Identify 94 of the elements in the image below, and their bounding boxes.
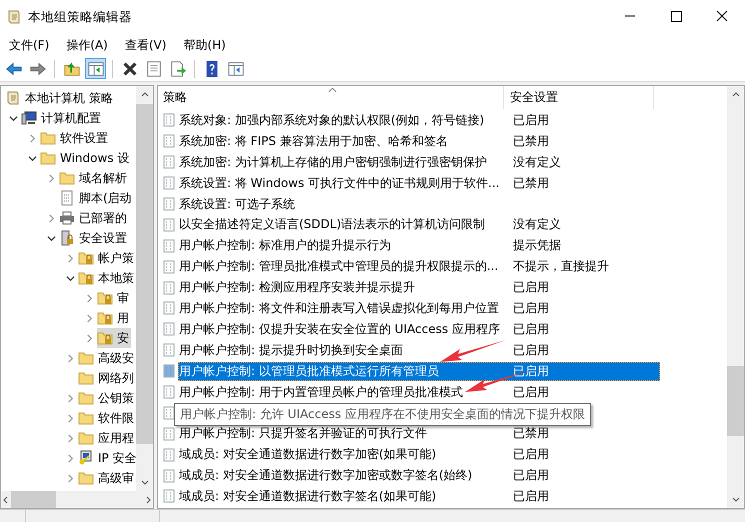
tree-item[interactable]: 计算机配置 [21,108,103,128]
locked-server-icon [59,230,75,246]
policy-icon [162,343,176,358]
policy-icon [162,218,176,232]
list-row[interactable]: 域成员: 对安全通道数据进行数字加密(如果可能) 已启用 [178,445,660,464]
tree-item[interactable]: 脚本(启动 [59,188,134,208]
list-row[interactable]: 用户帐户控制: 将文件和注册表写入错误虚拟化到每用户位置 已启用 [178,298,660,318]
policy-icon [162,322,176,336]
scroll-thumb[interactable] [136,104,153,444]
tree-item[interactable]: 域名解析 [59,168,129,188]
list-row[interactable]: 用户帐户控制: 只提升签名并验证的可执行文件 已禁用 [178,424,660,444]
menu-item[interactable]: 文件(F) [4,36,58,54]
tooltip: 用户帐户控制: 允许 UIAccess 应用程序在不使用安全桌面的情况下提升权限 [174,403,591,426]
folder-icon [78,390,94,406]
scroll-thumb[interactable] [727,366,744,436]
tree-item[interactable]: 高级审 [78,468,136,488]
locked-folder-icon [97,310,113,326]
locked-folder-icon [97,290,113,306]
list-row[interactable]: 以安全描述符定义语言(SDDL)语法表示的计算机访问限制 没有定义 [178,215,660,234]
folder-icon [78,470,94,486]
locked-folder-icon [78,250,94,266]
folder-icon [78,350,94,366]
folder-icon [59,170,75,186]
folder-icon [40,130,56,146]
list-row[interactable]: 系统设置: 可选子系统 [178,194,660,214]
list-row[interactable]: 用户帐户控制: 仅提升安装在安全位置的 UIAccess 应用程序 已启用 [178,320,660,339]
list-row[interactable]: 用户帐户控制: 用于内置管理员帐户的管理员批准模式 已启用 [178,382,660,402]
menu-item[interactable]: 查看(V) [120,36,174,54]
tree-item[interactable]: 安全设置 [59,228,129,248]
tree-item[interactable]: 已部署的 [59,208,129,228]
menu-item[interactable]: 帮助(H) [178,36,234,54]
scrollbar[interactable] [136,86,153,491]
policy-icon [162,426,176,441]
list-row[interactable]: 系统设置: 将 Windows 可执行文件中的证书规则用于软件... 已禁用 [178,174,660,193]
document-icon [59,190,75,206]
column-header[interactable]: 安全设置 [504,86,654,109]
policy-icon [162,301,176,316]
tree-item[interactable]: 应用程 [78,428,136,448]
list-row[interactable]: 系统加密: 将 FIPS 兼容算法用于加密、哈希和签名 已禁用 [178,132,660,151]
panel-icon[interactable] [85,58,106,79]
tree-item[interactable]: 安 [97,328,131,348]
tree-item[interactable]: Windows 设 [40,148,132,168]
list-row[interactable]: 用户帐户控制: 提示提升时切换到安全桌面 已启用 [178,340,660,360]
app-icon [6,9,22,25]
policy-icon [162,385,176,400]
list-row[interactable]: 域成员: 对安全通道数据进行数字加密或数字签名(始终) 已启用 [178,466,660,486]
list-row[interactable]: 域成员: 对安全通道数据进行数字签名(如果可能) 已启用 [178,486,660,506]
folder-icon [78,430,94,446]
window-title: 本地组策略编辑器 [28,8,132,26]
locked-folder-icon [97,330,113,346]
tree-item[interactable]: 本地计算机 策略 [5,88,115,108]
list-row[interactable]: 系统加密: 为计算机上存储的用户密钥强制进行强密钥保护 没有定义 [178,152,660,172]
tree-item[interactable]: 公钥策 [78,388,136,408]
list-row[interactable]: 用户帐户控制: 管理员批准模式中管理员的提升权限提示的... 不提示，直接提升 [178,257,660,276]
policy-icon [162,176,176,190]
tree-item[interactable]: 软件设置 [40,128,110,148]
scrollbar[interactable] [727,86,744,508]
policy-icon [162,238,176,253]
folder-icon [78,370,94,386]
policy-icon [162,197,176,211]
menu-item[interactable]: 操作(A) [61,36,116,54]
key-monitor-icon [78,450,94,466]
folder-icon [78,410,94,426]
scroll-thumb[interactable] [11,491,56,508]
list-row[interactable]: 用户帐户控制: 检测应用程序安装并提示提升 已启用 [178,278,660,298]
printer-icon [59,210,75,226]
column-header[interactable]: 策略 [158,86,504,109]
policy-icon [162,134,176,148]
policy-icon [162,113,176,128]
policy-icon [162,260,176,274]
tree-item[interactable]: 网络列 [78,368,136,388]
list-row[interactable]: 系统对象: 加强内部系统对象的默认权限(例如，符号链接) 已启用 [178,110,660,130]
folder-icon [40,150,56,166]
computer-icon [21,110,37,126]
policy-icon [162,155,176,170]
list-row[interactable]: 用户帐户控制: 标准用户的提升提示行为 提示凭据 [178,236,660,256]
policy-icon [162,448,176,462]
policy-icon [162,280,176,295]
policy-icon [162,364,176,378]
tree-item[interactable]: 帐户策 [78,248,136,268]
tree-item[interactable]: 用 [97,308,131,328]
policy-icon [162,489,176,504]
tree-item[interactable]: 软件限 [78,408,136,428]
scrollbar[interactable] [1,491,153,508]
tree-item[interactable]: 高级安 [78,348,136,368]
scroll-icon [5,90,21,106]
sort-caret-icon [328,87,337,93]
locked-folder-icon [78,270,94,286]
tree-item[interactable]: IP 安全 [78,448,136,468]
tree-item[interactable]: 本地策 [78,268,136,288]
tree-item[interactable]: 审 [97,288,131,308]
policy-icon [162,406,176,420]
policy-icon [162,468,176,483]
list-row[interactable]: 用户帐户控制: 以管理员批准模式运行所有管理员 已启用 [178,362,660,381]
